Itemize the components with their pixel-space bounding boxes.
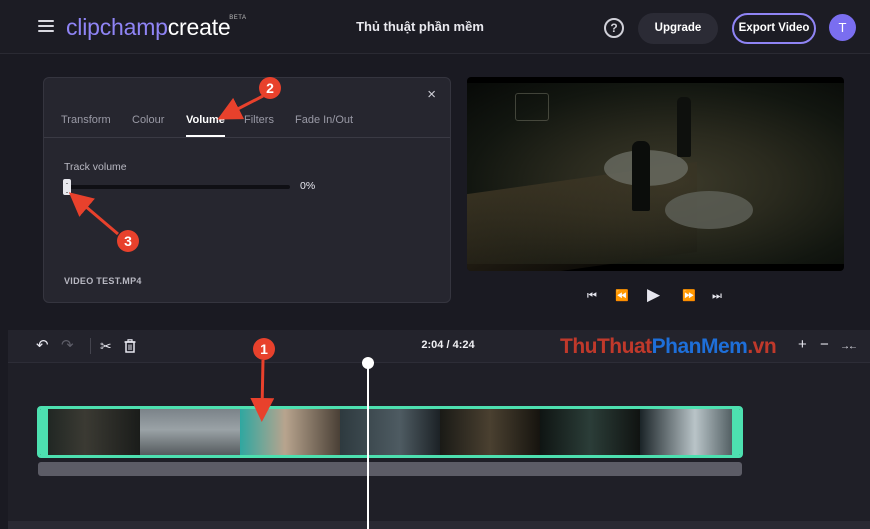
redo-icon[interactable]: ↷ — [61, 337, 74, 355]
clip-thumbnail — [340, 409, 440, 455]
timeline-scrollbar[interactable] — [8, 521, 870, 529]
tab-transform[interactable]: Transform — [61, 114, 111, 126]
fit-timeline-icon[interactable]: →← — [840, 338, 858, 356]
clip-thumbnail — [40, 409, 140, 455]
play-icon[interactable]: ▶ — [647, 285, 660, 305]
undo-icon[interactable]: ↶ — [36, 337, 49, 355]
close-icon[interactable]: × — [427, 86, 436, 103]
logo-create: create — [167, 14, 231, 40]
clip-thumbnail — [240, 409, 340, 455]
preview-frame — [467, 83, 844, 271]
toolbar-divider — [90, 338, 91, 354]
clip-thumbnail — [440, 409, 540, 455]
export-video-button[interactable]: Export Video — [732, 13, 816, 44]
help-icon[interactable]: ? — [604, 18, 624, 38]
app-logo[interactable]: clipchampcreate BETA — [66, 14, 246, 41]
timeline-timecode: 2:04 / 4:24 — [421, 339, 475, 351]
clip-thumbnail — [540, 409, 640, 455]
clip-trim-end-handle[interactable] — [732, 409, 740, 455]
properties-tabs: Transform Colour Volume Filters Fade In/… — [44, 114, 450, 138]
project-title[interactable]: Thủ thuật phần mềm — [320, 19, 520, 34]
player-controls: ⏮ ⏪ ▶ ⏩ ⏭ — [585, 285, 727, 306]
volume-value: 0% — [300, 180, 316, 192]
clip-trim-start-handle[interactable] — [40, 409, 48, 455]
zoom-out-icon[interactable]: − — [820, 336, 829, 354]
avatar[interactable]: T — [829, 14, 856, 41]
timeline: ↶ ↷ ✂ 2:04 / 4:24 ThuThuatPhanMem.vn + −… — [8, 330, 870, 529]
step-badge-1: 1 — [253, 338, 275, 360]
timeline-toolbar: ↶ ↷ ✂ 2:04 / 4:24 ThuThuatPhanMem.vn + −… — [8, 330, 870, 363]
rewind-icon[interactable]: ⏪ — [615, 286, 629, 306]
volume-slider-handle[interactable] — [63, 179, 71, 195]
zoom-in-icon[interactable]: + — [798, 336, 807, 354]
volume-slider-track[interactable] — [68, 185, 290, 189]
playhead-handle[interactable] — [362, 357, 374, 369]
upgrade-button[interactable]: Upgrade — [638, 13, 718, 44]
audio-track[interactable] — [38, 462, 742, 476]
video-preview[interactable] — [467, 77, 844, 271]
logo-clipchamp: clipchamp — [66, 14, 168, 40]
skip-end-icon[interactable]: ⏭ — [712, 286, 722, 306]
clip-thumbnail — [140, 409, 240, 455]
playhead-line[interactable] — [367, 365, 369, 529]
tab-fade-in-out[interactable]: Fade In/Out — [295, 114, 353, 126]
scissors-icon[interactable]: ✂ — [100, 337, 112, 355]
beta-badge: BETA — [229, 15, 247, 21]
step-badge-3: 3 — [117, 230, 139, 252]
watermark-logo: ThuThuatPhanMem.vn — [560, 335, 777, 358]
hamburger-icon[interactable] — [38, 20, 54, 33]
tab-colour[interactable]: Colour — [132, 114, 164, 126]
clip-thumbnail — [740, 409, 743, 455]
video-clip[interactable] — [37, 406, 743, 458]
step-badge-2: 2 — [259, 77, 281, 99]
clip-thumbnail — [640, 409, 740, 455]
zoom-controls: + − →← — [796, 336, 862, 356]
fast-forward-icon[interactable]: ⏩ — [682, 286, 696, 306]
trash-icon[interactable] — [124, 337, 136, 358]
tab-filters[interactable]: Filters — [244, 114, 274, 126]
clip-properties-panel: × Transform Colour Volume Filters Fade I… — [43, 77, 451, 303]
tab-volume[interactable]: Volume — [186, 114, 225, 137]
skip-start-icon[interactable]: ⏮ — [587, 286, 597, 306]
clip-file-name: VIDEO TEST.MP4 — [64, 276, 142, 286]
app-header: clipchampcreate BETA Thủ thuật phần mềm … — [0, 0, 870, 54]
track-volume-label: Track volume — [64, 161, 127, 173]
